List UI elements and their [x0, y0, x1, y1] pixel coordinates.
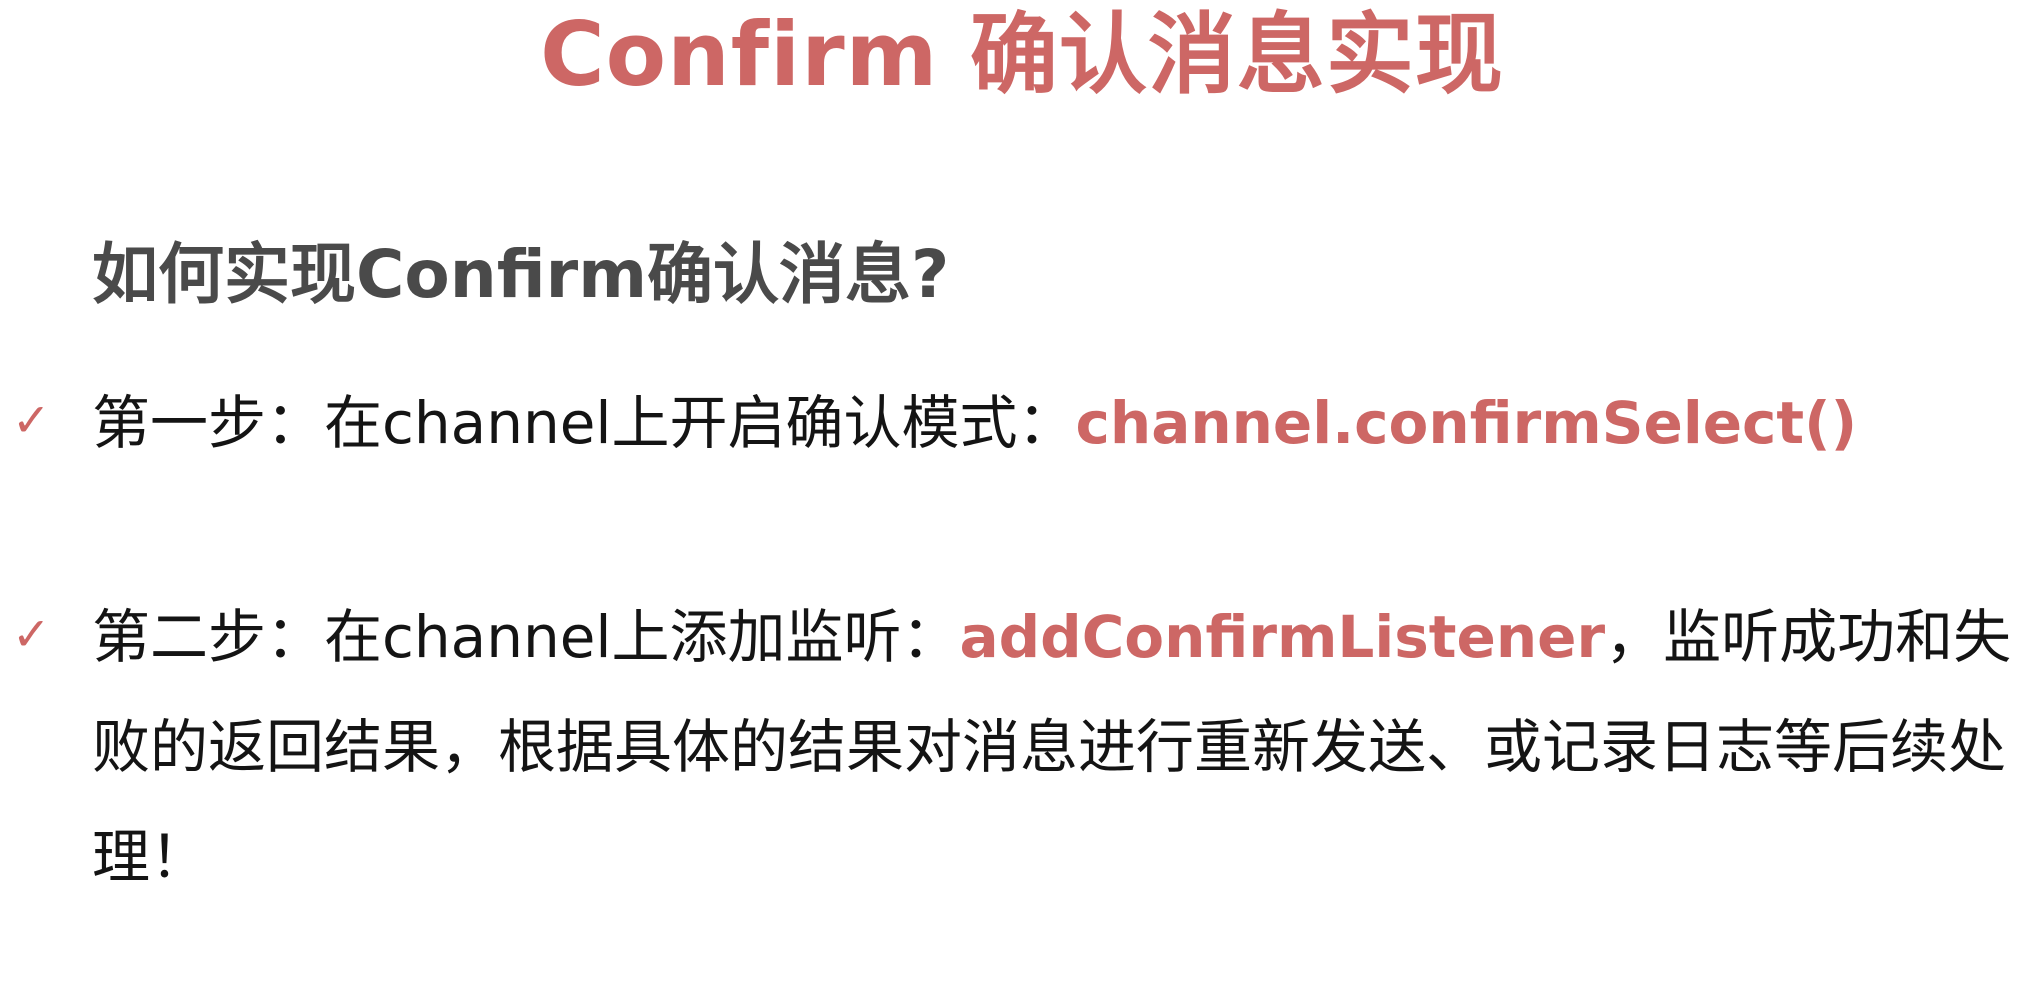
step-two-prefix: 第二步：在channel上添加监听：: [92, 603, 960, 671]
check-icon: ✓: [12, 393, 51, 447]
step-two: 第二步：在channel上添加监听：addConfirmListener，监听成…: [92, 582, 2012, 912]
slide: Confirm 确认消息实现 如何实现Confirm确认消息? ✓ 第一步：在c…: [0, 0, 2044, 1008]
step-two-code: addConfirmListener: [959, 603, 1606, 671]
section-question: 如何实现Confirm确认消息?: [92, 236, 950, 313]
step-one-code: channel.confirmSelect(): [1075, 389, 1858, 457]
step-one-prefix: 第一步：在channel上开启确认模式：: [92, 389, 1076, 457]
slide-title: Confirm 确认消息实现: [540, 3, 1504, 106]
step-one: 第一步：在channel上开启确认模式：channel.confirmSelec…: [92, 368, 2012, 478]
check-icon: ✓: [12, 607, 51, 661]
